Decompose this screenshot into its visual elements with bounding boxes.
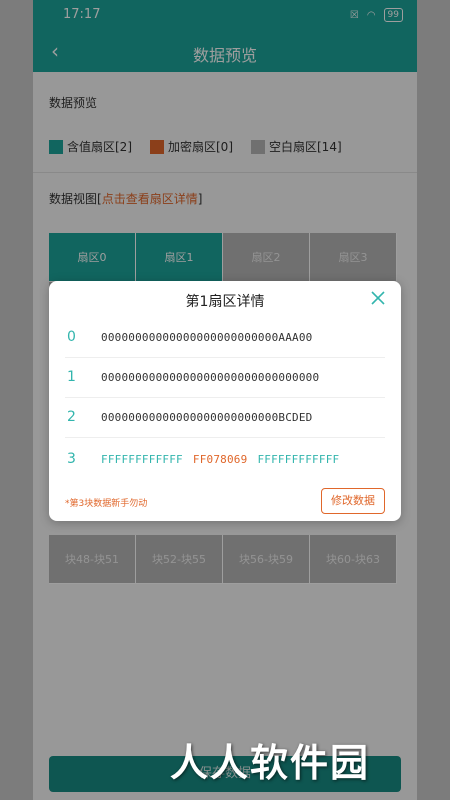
block-value: 00000000000000000000000000000000 [101, 371, 320, 384]
block-index: 3 [67, 451, 76, 467]
block-index: 0 [67, 329, 76, 345]
trailer-value: FFFFFFFFFFFF FF078069 FFFFFFFFFFFF [101, 453, 349, 466]
block-value: 00000000000000000000000000AAA00 [101, 331, 313, 344]
sector-detail-dialog: 第1扇区详情 0 00000000000000000000000000AAA00… [49, 281, 401, 521]
access-bits: FF078069 [192, 453, 248, 466]
block-row-2: 2 00000000000000000000000000BCDED [65, 399, 385, 438]
block-row-0: 0 00000000000000000000000000AAA00 [65, 319, 385, 358]
block-value: 00000000000000000000000000BCDED [101, 411, 313, 424]
key-b: FFFFFFFFFFFF [257, 453, 340, 466]
edit-data-button[interactable]: 修改数据 [321, 488, 385, 514]
close-icon[interactable] [369, 289, 387, 307]
key-a: FFFFFFFFFFFF [101, 453, 183, 466]
dialog-title: 第1扇区详情 [185, 294, 265, 310]
block-index: 1 [67, 369, 76, 385]
warning-text: *第3块数据新手勿动 [65, 499, 148, 509]
block-index: 2 [67, 409, 76, 425]
block-row-1: 1 00000000000000000000000000000000 [65, 359, 385, 398]
block-row-3: 3 FFFFFFFFFFFF FF078069 FFFFFFFFFFFF [65, 441, 385, 479]
watermark: 人人软件园 [170, 741, 371, 785]
